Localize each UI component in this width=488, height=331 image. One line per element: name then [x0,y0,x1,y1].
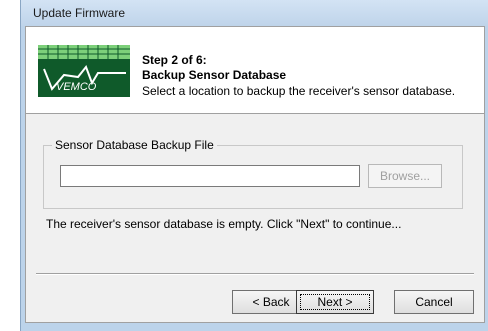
backup-file-group: Sensor Database Backup File Browse... [43,138,463,209]
wizard-header: VEMCO Step 2 of 6: Backup Sensor Databas… [26,27,484,114]
title-bar[interactable]: Update Firmware [21,0,488,26]
wizard-client-area: VEMCO Step 2 of 6: Backup Sensor Databas… [25,26,485,323]
focus-rectangle [300,294,370,310]
button-separator [36,273,474,275]
next-button[interactable]: Next > [296,290,374,314]
cancel-button[interactable]: Cancel [394,290,474,314]
update-firmware-window: Update Firmware VEMCO Step 2 of 6: Backu… [20,0,488,331]
logo-wordmark: VEMCO [56,81,97,93]
step-indicator: Step 2 of 6: [142,53,207,67]
backup-path-input[interactable] [60,165,360,187]
cancel-button-label: Cancel [415,295,453,309]
backup-file-group-label: Sensor Database Backup File [52,138,217,152]
back-button-label: < Back [252,295,290,309]
page-heading: Backup Sensor Database [142,68,287,82]
window-title: Update Firmware [33,6,126,20]
status-message: The receiver's sensor database is empty.… [46,217,402,231]
browse-button[interactable]: Browse... [368,164,442,188]
vemco-logo: VEMCO [38,45,130,97]
page-description: Select a location to backup the receiver… [142,84,456,98]
